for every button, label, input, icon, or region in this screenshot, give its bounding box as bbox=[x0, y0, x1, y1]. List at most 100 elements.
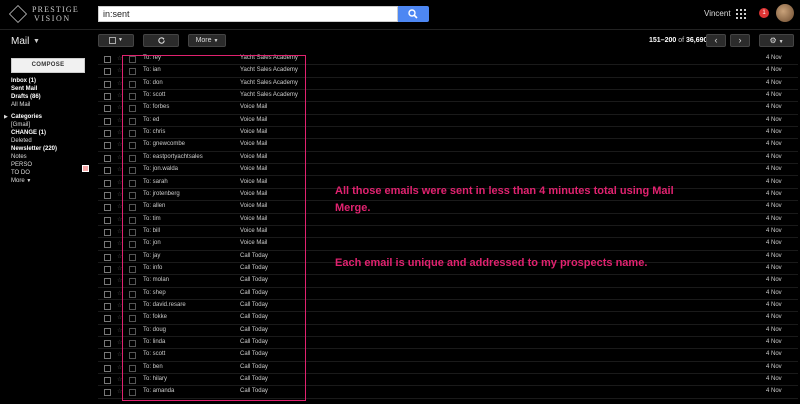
email-date: 4 Nov bbox=[766, 227, 782, 234]
row-checkbox[interactable] bbox=[104, 228, 111, 236]
compose-button[interactable]: COMPOSE bbox=[11, 58, 85, 73]
row-checkbox[interactable] bbox=[104, 117, 111, 125]
email-date: 4 Nov bbox=[766, 351, 782, 358]
email-date: 4 Nov bbox=[766, 67, 782, 74]
app-title[interactable]: Mail bbox=[11, 36, 29, 47]
sidebar-item-all-mail[interactable]: All Mail bbox=[11, 102, 30, 109]
more-button[interactable]: More ▼ bbox=[188, 34, 226, 47]
notification-badge[interactable]: 1 bbox=[759, 8, 769, 18]
row-checkbox[interactable] bbox=[104, 389, 111, 397]
sidebar-item-categories[interactable]: Categories bbox=[11, 114, 42, 121]
search-button[interactable] bbox=[398, 6, 429, 22]
sidebar-item-gmail[interactable]: [Gmail] bbox=[11, 122, 30, 129]
select-all-button[interactable]: ▼ bbox=[98, 34, 134, 47]
row-checkbox[interactable] bbox=[104, 204, 111, 212]
email-date: 4 Nov bbox=[766, 116, 782, 123]
sidebar-item-notes[interactable]: Notes bbox=[11, 154, 27, 161]
sidebar-item-newsletter[interactable]: Newsletter (220) bbox=[11, 146, 57, 153]
email-date: 4 Nov bbox=[766, 302, 782, 308]
row-checkbox[interactable] bbox=[104, 253, 111, 261]
row-checkbox[interactable] bbox=[104, 352, 111, 360]
label-color-swatch bbox=[82, 165, 89, 172]
row-checkbox[interactable] bbox=[104, 179, 111, 187]
pagination-info: 151–200 of 36,690 bbox=[649, 37, 707, 44]
email-date: 4 Nov bbox=[766, 141, 782, 148]
row-checkbox[interactable] bbox=[104, 130, 111, 138]
email-date: 4 Nov bbox=[766, 326, 782, 333]
row-checkbox[interactable] bbox=[104, 315, 111, 323]
page-of: of bbox=[678, 37, 685, 44]
row-checkbox[interactable] bbox=[104, 68, 111, 76]
annotation-line-2: Merge. bbox=[335, 202, 371, 214]
row-checkbox[interactable] bbox=[104, 241, 111, 249]
row-checkbox[interactable] bbox=[104, 142, 111, 150]
search-input[interactable]: in:sent bbox=[98, 6, 398, 22]
email-date: 4 Nov bbox=[766, 314, 782, 321]
chevron-down-icon: ▼ bbox=[213, 38, 219, 44]
chevron-down-icon[interactable]: ▼ bbox=[33, 38, 40, 45]
avatar[interactable] bbox=[776, 4, 794, 22]
email-date: 4 Nov bbox=[766, 190, 782, 197]
row-checkbox[interactable] bbox=[104, 327, 111, 335]
email-date: 4 Nov bbox=[766, 376, 782, 383]
row-checkbox[interactable] bbox=[104, 93, 111, 101]
annotation-line-3: Each email is unique and addressed to my… bbox=[335, 257, 648, 269]
sidebar-item-to-do[interactable]: TO DO bbox=[11, 170, 30, 177]
row-checkbox[interactable] bbox=[104, 167, 111, 175]
user-name[interactable]: Vincent bbox=[704, 9, 731, 18]
sidebar-item-perso[interactable]: PERSO bbox=[11, 162, 32, 169]
email-date: 4 Nov bbox=[766, 166, 782, 173]
email-date: 4 Nov bbox=[766, 388, 782, 395]
refresh-icon bbox=[157, 37, 165, 44]
chevron-down-icon: ▼ bbox=[118, 37, 123, 43]
row-checkbox[interactable] bbox=[104, 154, 111, 162]
email-date: 4 Nov bbox=[766, 55, 782, 61]
email-date: 4 Nov bbox=[766, 203, 782, 210]
gear-icon: ⚙ bbox=[769, 36, 777, 45]
refresh-button[interactable] bbox=[143, 34, 179, 47]
email-date: 4 Nov bbox=[766, 339, 782, 346]
row-checkbox[interactable] bbox=[104, 303, 111, 310]
chevron-right-icon: › bbox=[738, 35, 742, 45]
prestige-vision-logo[interactable]: PRESTIGE VISION bbox=[8, 4, 86, 24]
row-checkbox[interactable] bbox=[104, 105, 111, 113]
row-checkbox[interactable] bbox=[104, 265, 111, 273]
sidebar-item-more[interactable]: More ▼ bbox=[11, 178, 31, 185]
row-checkbox[interactable] bbox=[104, 377, 111, 385]
sidebar-item-change[interactable]: CHANGE (1) bbox=[11, 130, 46, 137]
email-date: 4 Nov bbox=[766, 153, 782, 160]
row-checkbox[interactable] bbox=[104, 278, 111, 286]
email-date: 4 Nov bbox=[766, 129, 782, 136]
logo-line1: PRESTIGE bbox=[32, 5, 79, 14]
highlight-box bbox=[122, 55, 306, 401]
row-checkbox[interactable] bbox=[104, 191, 111, 199]
email-date: 4 Nov bbox=[766, 240, 782, 247]
logo-mark-icon bbox=[8, 4, 28, 24]
apps-grid-icon[interactable] bbox=[736, 9, 746, 19]
settings-button[interactable]: ⚙ ▼ bbox=[759, 34, 794, 47]
row-checkbox[interactable] bbox=[104, 80, 111, 88]
sidebar-item-drafts[interactable]: Drafts (86) bbox=[11, 94, 41, 101]
row-checkbox[interactable] bbox=[104, 290, 111, 298]
page-total: 36,690 bbox=[686, 37, 708, 44]
chevron-down-icon: ▼ bbox=[778, 39, 784, 45]
logo-line2: VISION bbox=[34, 14, 71, 23]
prev-page-button[interactable]: ‹ bbox=[706, 34, 726, 47]
row-checkbox[interactable] bbox=[104, 364, 111, 372]
email-date: 4 Nov bbox=[766, 178, 782, 185]
email-date: 4 Nov bbox=[766, 104, 782, 111]
email-date: 4 Nov bbox=[766, 92, 782, 99]
sidebar-item-deleted[interactable]: Deleted bbox=[11, 138, 32, 145]
annotation-line-1: All those emails were sent in less than … bbox=[335, 185, 674, 197]
row-checkbox[interactable] bbox=[104, 56, 111, 63]
chevron-right-icon[interactable]: ▶ bbox=[4, 114, 8, 120]
next-page-button[interactable]: › bbox=[730, 34, 750, 47]
top-bar: PRESTIGE VISION in:sent Vincent 1 bbox=[0, 0, 800, 28]
row-checkbox[interactable] bbox=[104, 216, 111, 224]
row-checkbox[interactable] bbox=[104, 340, 111, 348]
header-divider bbox=[0, 29, 800, 30]
sidebar-item-inbox[interactable]: Inbox (1) bbox=[11, 78, 36, 85]
page-range: 151–200 bbox=[649, 37, 677, 44]
chevron-down-icon: ▼ bbox=[26, 178, 32, 184]
sidebar-item-sent-mail[interactable]: Sent Mail bbox=[11, 86, 37, 93]
